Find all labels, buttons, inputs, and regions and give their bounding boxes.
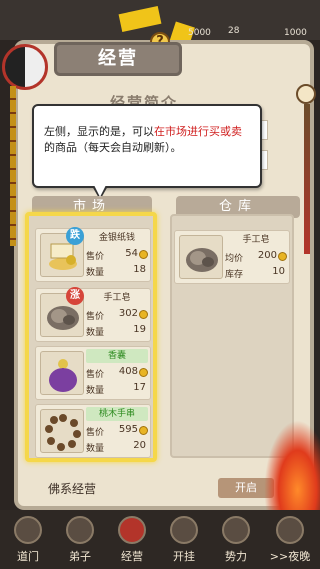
coin-icon [139,250,148,259]
price-down-badge: 跌 [66,227,84,245]
quantity-value: 20 [133,440,146,451]
quantity-value: 17 [133,382,146,393]
quantity-label: 数量 [86,444,105,454]
item-name: 手工皂 [242,235,270,245]
temple-icon [14,516,42,544]
nav-item-business[interactable]: 经营 [106,510,158,569]
nav-label: 道门 [17,550,39,563]
scroll-knob-icon [296,84,316,104]
sachet-icon [40,351,84,395]
coin-icon [139,426,148,435]
price-value: 595 [118,424,138,435]
nav-label: >>夜晚 [269,550,311,563]
price-value: 408 [118,366,138,377]
price-value: 54 [125,248,138,259]
stock-label: 库存 [225,270,244,280]
price-label: 售价 [86,370,105,380]
boost-icon [170,516,198,544]
nav-item-forces[interactable]: 势力 [210,510,262,569]
nav-label: 弟子 [69,550,91,563]
soap-icon [179,235,223,279]
nav-label: 经营 [121,550,143,563]
market-item[interactable]: 香囊 售价 408 数量 17 [35,346,151,400]
tooltip-text: 的商品（每天会自动刷新）。 [44,141,182,154]
market-list: 跌 金银纸钱 售价 54 数量 18 涨 手工皂 售价 302 数量 19 香囊… [25,212,157,462]
quantity-value: 18 [133,264,146,275]
storehouse-item[interactable]: 手工皂 均价 200 库存 10 [174,230,290,284]
avg-price-value: 200 [257,250,277,261]
price-up-badge: 涨 [66,287,84,305]
price-label: 售价 [86,428,105,438]
tassel-decoration [304,104,310,254]
moon-icon [276,516,304,544]
coin-string-decoration [10,86,16,246]
yin-yang-icon [2,44,48,90]
quantity-value: 19 [133,324,146,335]
coin-icon [139,368,148,377]
coin-icon [139,310,148,319]
page-title-tab: 经营 [54,42,182,76]
coin-icon [278,252,287,261]
stock-value: 10 [272,266,285,277]
flag-decoration [118,6,162,32]
quantity-label: 数量 [86,268,105,278]
shop-icon [118,516,146,544]
bracelet-icon [40,409,84,453]
nav-label: 势力 [225,550,247,563]
item-name: 手工皂 [103,293,131,303]
tooltip-text: 左侧，显示的是，可以 [44,125,154,138]
item-name: 桃木手串 [86,407,148,421]
avg-price-label: 均价 [225,254,244,264]
resource-counter: 5000 [188,28,211,38]
market-item[interactable]: 跌 金银纸钱 售价 54 数量 18 [35,227,151,282]
item-name: 香囊 [86,349,148,363]
price-label: 售价 [86,312,105,322]
item-name: 金银纸钱 [98,233,135,243]
tooltip-highlight: 在市场进行买或卖 [154,125,242,138]
price-label: 售价 [86,252,105,262]
price-value: 302 [118,308,138,319]
faction-icon [222,516,250,544]
resource-counter: 1000 [284,28,307,38]
market-item[interactable]: 桃木手串 售价 595 数量 20 [35,404,151,458]
nav-item-sect[interactable]: 道门 [2,510,54,569]
page-title: 经营 [98,48,138,69]
resource-counter: 28 [228,26,240,36]
auto-business-label: 佛系经营 [48,482,97,496]
nav-label: 开挂 [173,550,195,563]
nav-item-cheat[interactable]: 开挂 [158,510,210,569]
nav-item-disciples[interactable]: 弟子 [54,510,106,569]
nav-item-night[interactable]: >>夜晚 [264,510,316,569]
market-item[interactable]: 涨 手工皂 售价 302 数量 19 [35,287,151,342]
quantity-label: 数量 [86,386,105,396]
quantity-label: 数量 [86,328,105,338]
bottom-nav: 道门 弟子 经营 开挂 势力 >>夜晚 [0,510,320,569]
tutorial-tooltip[interactable]: 左侧，显示的是，可以在市场进行买或卖的商品（每天会自动刷新）。 [32,104,262,200]
disciple-icon [66,516,94,544]
fire-decoration [264,420,320,520]
